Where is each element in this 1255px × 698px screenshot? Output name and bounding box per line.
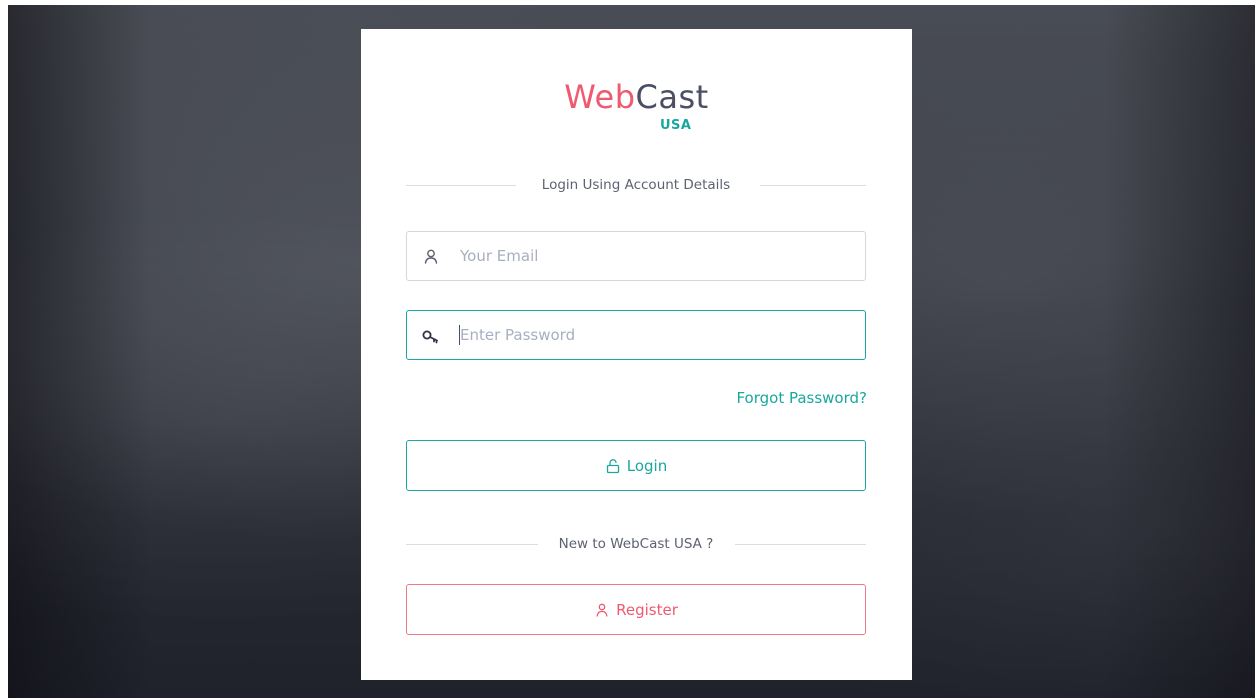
email-field[interactable]: Your Email xyxy=(406,231,866,281)
brand-logo: WebCast xyxy=(361,77,912,117)
user-icon xyxy=(594,602,610,618)
forgot-password-link[interactable]: Forgot Password? xyxy=(736,389,867,407)
register-divider: New to WebCast USA ? xyxy=(406,534,866,554)
email-placeholder: Your Email xyxy=(460,247,539,265)
password-field[interactable]: Enter Password xyxy=(406,310,866,360)
login-divider: Login Using Account Details xyxy=(406,175,866,195)
password-placeholder: Enter Password xyxy=(460,326,576,344)
key-icon xyxy=(421,326,441,346)
register-button[interactable]: Register xyxy=(406,584,866,635)
register-button-label: Register xyxy=(616,600,678,619)
user-icon xyxy=(421,247,441,267)
logo-usa-text: USA xyxy=(660,118,692,133)
left-border xyxy=(0,0,8,698)
login-button[interactable]: Login xyxy=(406,440,866,491)
login-card: WebCast USA Login Using Account Details … xyxy=(361,29,912,680)
login-button-label: Login xyxy=(626,456,668,475)
login-heading: Login Using Account Details xyxy=(541,177,731,193)
background: WebCast USA Login Using Account Details … xyxy=(0,0,1255,698)
unlock-icon xyxy=(605,458,621,474)
logo-web-text: Web xyxy=(564,78,636,116)
logo-cast-text: Cast xyxy=(635,78,709,116)
register-heading: New to WebCast USA ? xyxy=(558,536,714,552)
top-border xyxy=(0,0,1255,5)
